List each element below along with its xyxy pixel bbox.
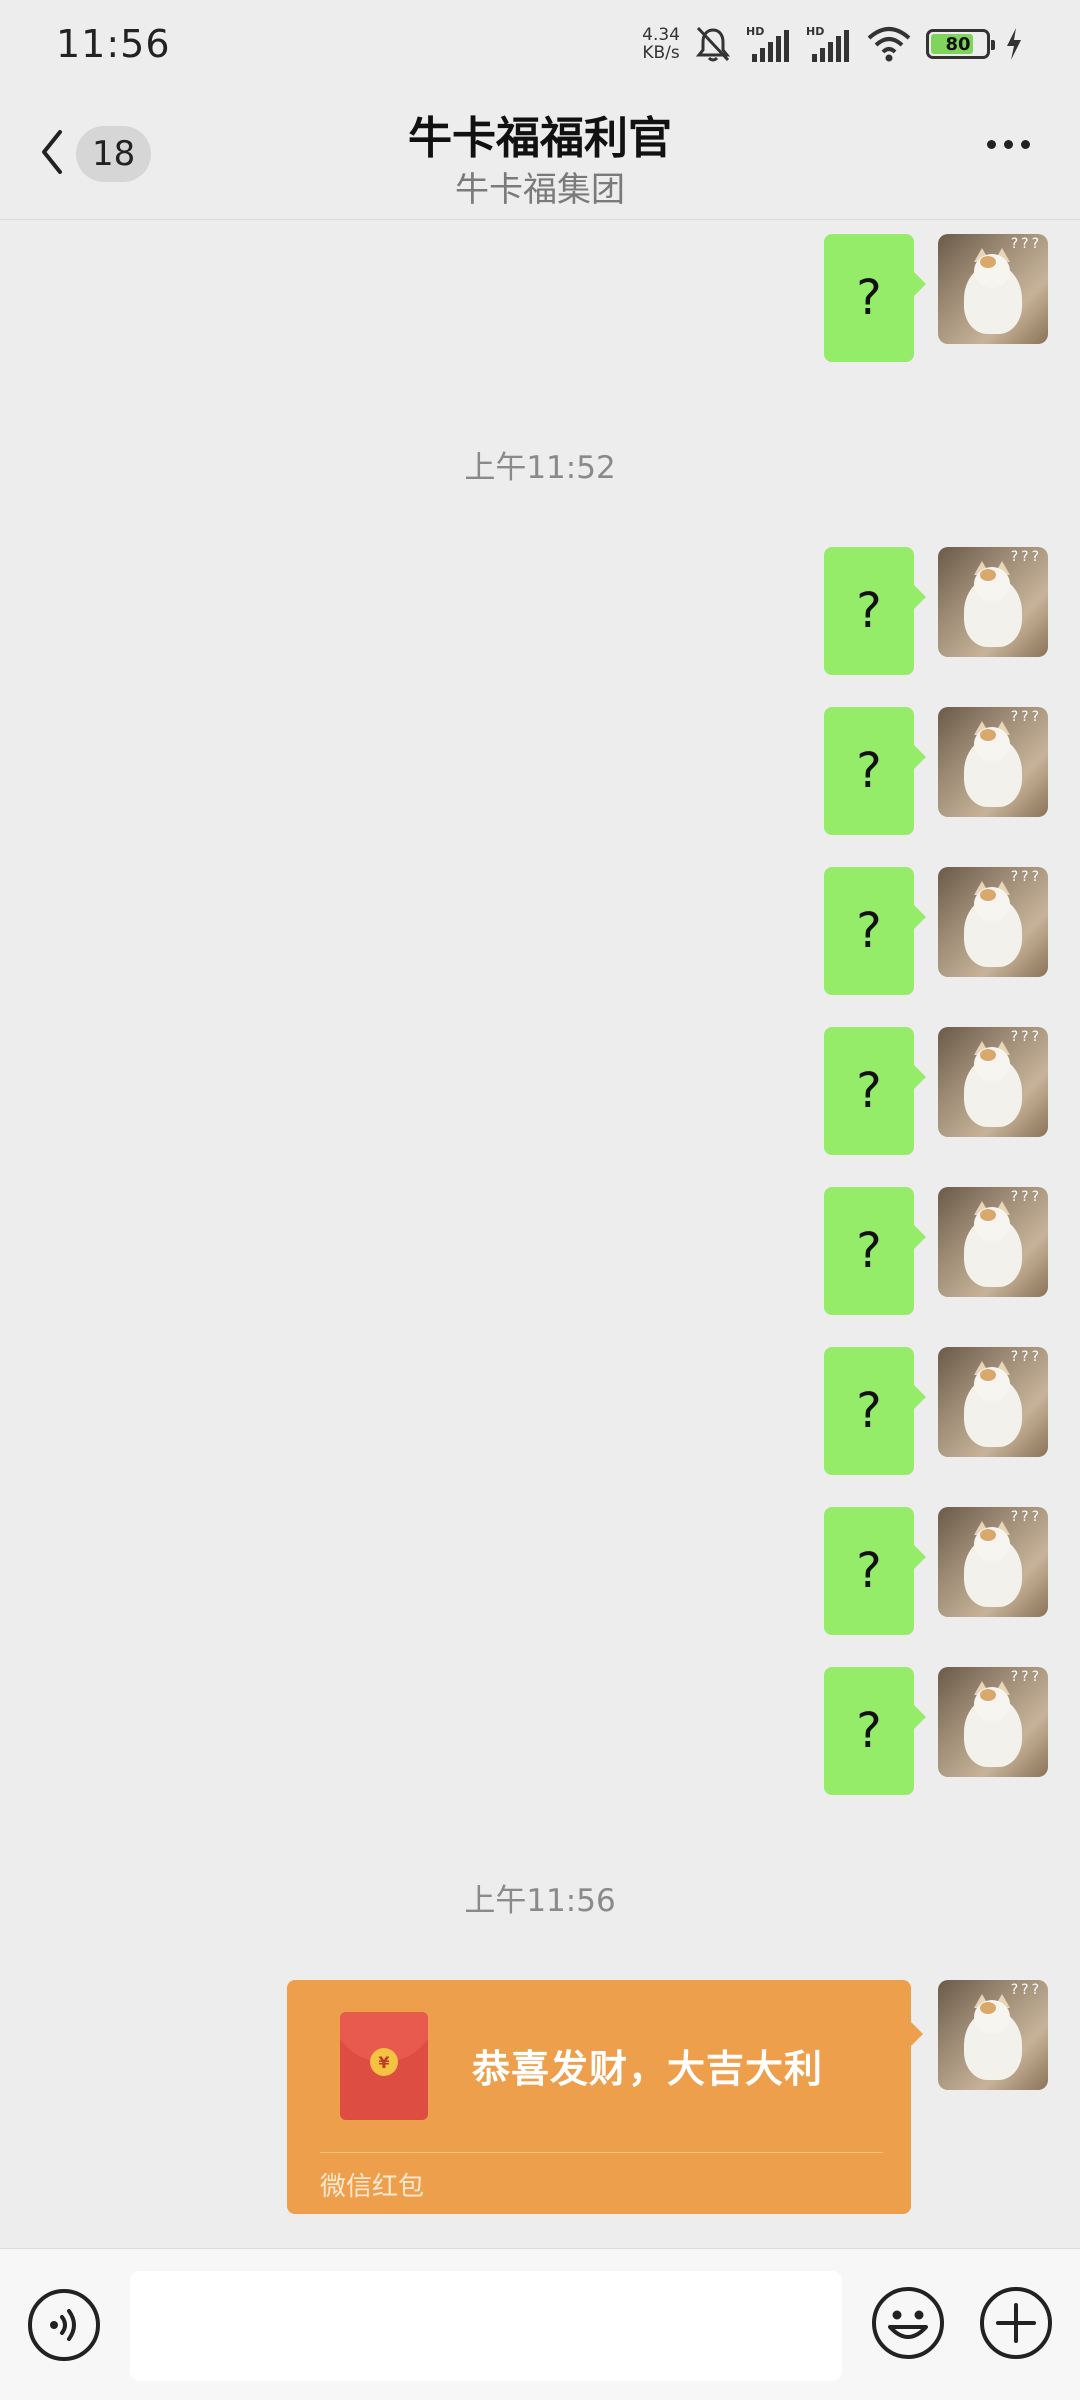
plus-icon xyxy=(978,2287,1054,2365)
avatar[interactable]: ??? xyxy=(938,1027,1048,1137)
red-packet-message[interactable]: ¥ 恭喜发财，大吉大利 微信红包 xyxy=(287,1980,923,2214)
avatar-marks: ??? xyxy=(1010,709,1042,725)
mute-icon xyxy=(694,24,732,64)
more-functions-button[interactable] xyxy=(978,2285,1054,2365)
message-bubble[interactable]: ? xyxy=(824,867,926,995)
battery-percent: 80 xyxy=(945,33,971,55)
avatar-marks: ??? xyxy=(1010,1189,1042,1205)
timestamp: 上午11:52 xyxy=(464,450,616,486)
svg-text:HD: HD xyxy=(746,25,764,38)
battery-icon: 80 xyxy=(926,29,995,59)
network-speed-unit: KB/s xyxy=(642,43,680,63)
red-packet-label: 微信红包 xyxy=(320,2172,425,2202)
avatar[interactable]: ??? xyxy=(938,707,1048,817)
svg-text:HD: HD xyxy=(806,25,824,38)
network-speed-value: 4.34 xyxy=(642,25,680,45)
avatar[interactable]: ??? xyxy=(938,1347,1048,1457)
chat-header: 18 牛卡福福利官 牛卡福集团 xyxy=(0,88,1080,220)
wifi-icon xyxy=(866,24,912,64)
avatar[interactable]: ??? xyxy=(938,1507,1048,1617)
more-options-button[interactable] xyxy=(987,140,1030,149)
avatar[interactable]: ??? xyxy=(938,867,1048,977)
more-dot xyxy=(1004,140,1013,149)
status-bar: 11:56 4.34 KB/s HD HD 80 xyxy=(0,0,1080,88)
voice-icon xyxy=(26,2289,102,2367)
network-speed: 4.34 KB/s xyxy=(642,26,680,62)
message-input[interactable] xyxy=(130,2271,842,2381)
status-time: 11:56 xyxy=(56,22,171,66)
input-bar xyxy=(0,2248,1080,2400)
charging-icon xyxy=(1004,26,1024,62)
message-bubble[interactable]: ? xyxy=(824,1507,926,1635)
avatar[interactable]: ??? xyxy=(938,1187,1048,1297)
avatar-marks: ??? xyxy=(1010,1349,1042,1365)
more-dot xyxy=(987,140,996,149)
avatar[interactable]: ??? xyxy=(938,547,1048,657)
message-bubble[interactable]: ? xyxy=(824,1187,926,1315)
avatar[interactable]: ??? xyxy=(938,1667,1048,1777)
voice-input-button[interactable] xyxy=(26,2287,102,2367)
avatar[interactable]: ??? xyxy=(938,1980,1048,2090)
coin-icon: ¥ xyxy=(370,2048,398,2076)
avatar-marks: ??? xyxy=(1010,236,1042,252)
avatar-marks: ??? xyxy=(1010,869,1042,885)
message-bubble[interactable]: ? xyxy=(824,707,926,835)
message-bubble[interactable]: ? xyxy=(824,234,926,362)
chat-title: 牛卡福福利官 xyxy=(408,113,672,164)
hd-signal-icon: HD xyxy=(746,24,792,64)
more-dot xyxy=(1021,140,1030,149)
hd-signal-icon: HD xyxy=(806,24,852,64)
message-bubble[interactable]: ? xyxy=(824,547,926,675)
chat-subtitle: 牛卡福集团 xyxy=(455,170,625,210)
timestamp: 上午11:56 xyxy=(464,1883,616,1919)
red-packet-greeting: 恭喜发财，大吉大利 xyxy=(472,2047,824,2091)
avatar-marks: ??? xyxy=(1010,1982,1042,1998)
avatar[interactable]: ??? xyxy=(938,234,1048,344)
avatar-marks: ??? xyxy=(1010,1509,1042,1525)
message-bubble[interactable]: ? xyxy=(824,1347,926,1475)
avatar-marks: ??? xyxy=(1010,1029,1042,1045)
red-envelope-icon: ¥ xyxy=(340,2012,428,2120)
avatar-marks: ??? xyxy=(1010,1669,1042,1685)
divider xyxy=(320,2152,883,2153)
emoji-button[interactable] xyxy=(870,2285,946,2365)
avatar-marks: ??? xyxy=(1010,549,1042,565)
status-icons: 4.34 KB/s HD HD 80 xyxy=(642,22,1024,66)
message-bubble[interactable]: ? xyxy=(824,1667,926,1795)
emoji-icon xyxy=(870,2287,946,2365)
message-bubble[interactable]: ? xyxy=(824,1027,926,1155)
